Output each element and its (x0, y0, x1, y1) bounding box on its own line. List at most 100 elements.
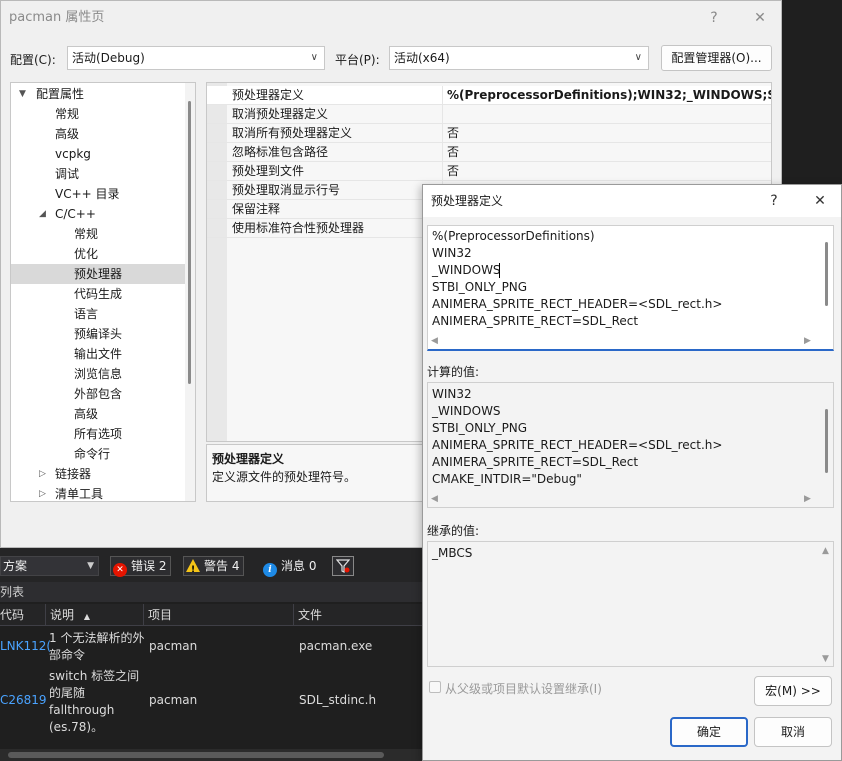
tree-item-label: 常规 (74, 227, 99, 241)
property-value[interactable]: %(PreprocessorDefinitions);WIN32;_WINDOW… (447, 86, 771, 105)
scope-dropdown[interactable]: 方案 ▼ (0, 556, 99, 576)
column-file[interactable]: 文件 (294, 604, 422, 626)
config-dropdown[interactable]: 活动(Debug) ∨ (67, 46, 325, 70)
tree-item-browse-info[interactable]: 浏览信息 (11, 364, 186, 384)
error-code-link[interactable]: LNK112( (0, 639, 51, 653)
help-button[interactable]: ? (699, 1, 729, 35)
scrollbar-thumb[interactable] (825, 409, 828, 473)
computed-vscrollbar[interactable] (819, 383, 833, 491)
messages-filter-button[interactable]: i 消息 0 (260, 556, 321, 577)
inherit-checkbox-label[interactable]: 从父级或项目默认设置继承(I) (445, 680, 602, 697)
expand-arrow-icon[interactable]: ▷ (39, 464, 46, 484)
tree-item-linker[interactable]: ▷ 链接器 (11, 464, 186, 484)
warning-icon: ! (186, 559, 200, 575)
computed-line: CMAKE_INTDIR="Debug" (432, 472, 582, 486)
tree-item-label: 优化 (74, 247, 99, 261)
tree-item-code-generation[interactable]: 代码生成 (11, 284, 186, 304)
computed-hscrollbar[interactable]: ◀ ▶ (428, 492, 820, 506)
collapse-arrow-icon[interactable]: ▼ (19, 84, 26, 104)
config-manager-button[interactable]: 配置管理器(O)... (661, 45, 772, 71)
ok-button[interactable]: 确定 (670, 717, 748, 747)
error-list-hscrollbar[interactable] (0, 749, 422, 761)
tree-item-external-includes[interactable]: 外部包含 (11, 384, 186, 404)
column-divider (442, 124, 443, 143)
tree-item-language[interactable]: 语言 (11, 304, 186, 324)
tree-item-precompiled-headers[interactable]: 预编译头 (11, 324, 186, 344)
tree-item-label: 高级 (55, 127, 80, 141)
tree-item-label: 高级 (74, 407, 99, 421)
errors-filter-button[interactable]: ✕ 错误 2 (110, 556, 172, 577)
chevron-down-icon: ∨ (310, 52, 318, 63)
close-button[interactable]: ✕ (745, 1, 775, 35)
property-row-undefine-all[interactable]: 取消所有预处理器定义 否 (207, 124, 771, 143)
property-row-undefine[interactable]: 取消预处理器定义 (207, 105, 771, 124)
expand-arrow-icon[interactable]: ▷ (39, 484, 46, 501)
tree-item-label: 命令行 (74, 447, 111, 461)
tree-item-label: 预处理器 (74, 267, 123, 281)
property-value[interactable]: 否 (447, 124, 459, 143)
property-tree: ▼ 配置属性 常规 高级 vcpkg 调试 VC++ 目录 ◢ C/C++ 常规… (10, 82, 196, 502)
tree-item-all-options[interactable]: 所有选项 (11, 424, 186, 444)
tree-item-label: 语言 (74, 307, 99, 321)
error-row[interactable]: LNK112( 1 个无法解析的外 部命令 pacman pacman.exe (0, 628, 422, 668)
column-code[interactable]: 代码 (0, 604, 46, 626)
editor-line: ANIMERA_SPRITE_RECT_HEADER=<SDL_rect.h> (432, 297, 723, 311)
error-file: SDL_stdinc.h (299, 693, 377, 707)
warnings-filter-button[interactable]: ! 警告 4 (183, 556, 245, 576)
property-value[interactable]: 否 (447, 143, 459, 162)
column-divider (442, 143, 443, 162)
scroll-up-icon[interactable]: ▲ (822, 546, 829, 556)
tree-item-command-line[interactable]: 命令行 (11, 444, 186, 464)
tree-vscrollbar[interactable] (185, 83, 195, 501)
scroll-right-icon[interactable]: ▶ (804, 336, 811, 346)
tree-item-cpp[interactable]: ◢ C/C++ (11, 204, 186, 224)
editor-vscrollbar[interactable] (819, 226, 833, 332)
error-project: pacman (149, 693, 198, 707)
tree-item-optimization[interactable]: 优化 (11, 244, 186, 264)
property-name: 取消预处理器定义 (232, 107, 329, 121)
tree-item-general[interactable]: 常规 (11, 104, 186, 124)
tree-item-vc-directories[interactable]: VC++ 目录 (11, 184, 186, 204)
help-button[interactable]: ? (759, 185, 789, 217)
definitions-editor[interactable]: %(PreprocessorDefinitions) WIN32 _WINDOW… (427, 225, 834, 351)
property-row-ignore-std-include[interactable]: 忽略标准包含路径 否 (207, 143, 771, 162)
tree-item-label: 调试 (55, 167, 80, 181)
computed-line: ANIMERA_SPRITE_RECT_HEADER=<SDL_rect.h> (432, 438, 723, 452)
scroll-down-icon[interactable]: ▼ (822, 654, 829, 664)
scrollbar-thumb[interactable] (8, 752, 384, 758)
editor-hscrollbar[interactable]: ◀ ▶ (428, 334, 820, 348)
scrollbar-thumb[interactable] (825, 242, 828, 306)
close-button[interactable]: ✕ (805, 185, 835, 217)
column-project[interactable]: 项目 (144, 604, 294, 626)
inherit-checkbox[interactable] (429, 681, 441, 693)
tree-item-advanced[interactable]: 高级 (11, 124, 186, 144)
property-row-preprocessor-definitions[interactable]: 预处理器定义 %(PreprocessorDefinitions);WIN32;… (207, 86, 771, 105)
inherited-vscrollbar[interactable]: ▲ ▼ (819, 542, 833, 666)
tree-item-vcpkg[interactable]: vcpkg (11, 144, 186, 164)
tree-item-cpp-general[interactable]: 常规 (11, 224, 186, 244)
tree-item-manifest-tool[interactable]: ▷ 清单工具 (11, 484, 186, 501)
scroll-right-icon[interactable]: ▶ (804, 494, 811, 504)
tree-item-debugging[interactable]: 调试 (11, 164, 186, 184)
scroll-left-icon[interactable]: ◀ (431, 494, 438, 504)
error-row[interactable]: C26819 switch 标签之间 的尾随 fallthrough (es.7… (0, 668, 422, 744)
property-name: 保留注释 (232, 202, 281, 216)
property-row-preprocess-to-file[interactable]: 预处理到文件 否 (207, 162, 771, 181)
tree-item-config-properties[interactable]: ▼ 配置属性 (11, 84, 186, 104)
platform-dropdown[interactable]: 活动(x64) ∨ (389, 46, 649, 70)
tree-item-preprocessor[interactable]: 预处理器 (11, 264, 186, 284)
dialog-title: pacman 属性页 (9, 10, 105, 25)
tree-item-label: 配置属性 (36, 87, 85, 101)
tree-item-output-files[interactable]: 输出文件 (11, 344, 186, 364)
error-code-link[interactable]: C26819 (0, 693, 47, 707)
macros-button[interactable]: 宏(M) >> (754, 676, 832, 706)
scroll-left-icon[interactable]: ◀ (431, 336, 438, 346)
scrollbar-thumb[interactable] (188, 101, 191, 384)
cancel-button[interactable]: 取消 (754, 717, 832, 747)
property-value[interactable]: 否 (447, 162, 459, 181)
column-description[interactable]: 说明 ▲ (46, 604, 144, 626)
expanded-arrow-icon[interactable]: ◢ (39, 204, 46, 224)
filter-button[interactable] (332, 556, 354, 576)
tree-item-label: 输出文件 (74, 347, 123, 361)
tree-item-cpp-advanced[interactable]: 高级 (11, 404, 186, 424)
